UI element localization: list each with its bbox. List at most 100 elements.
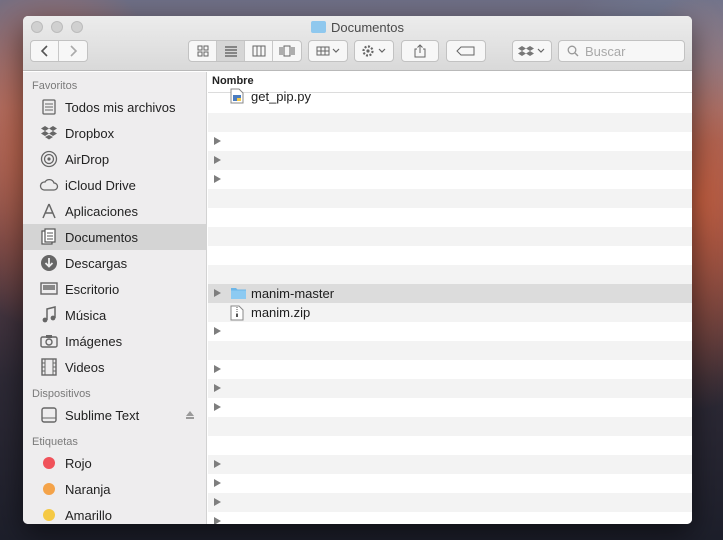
disclosure-triangle-icon[interactable]: [214, 403, 221, 411]
sidebar-item-label: Sublime Text: [65, 407, 140, 423]
forward-button[interactable]: [59, 41, 87, 61]
sidebar-item-label: Todos mis archivos: [65, 99, 176, 115]
table-row[interactable]: [208, 189, 692, 208]
disclosure-triangle-icon[interactable]: [214, 156, 221, 164]
disclosure-triangle-icon[interactable]: [214, 289, 221, 297]
sidebar-item-music[interactable]: Música: [23, 302, 206, 328]
coverflow-view-icon: [279, 45, 295, 57]
table-row[interactable]: manim-master: [208, 284, 692, 303]
table-row[interactable]: [208, 360, 692, 379]
sidebar-item-images[interactable]: Imágenes: [23, 328, 206, 354]
table-row[interactable]: [208, 436, 692, 455]
table-row[interactable]: [208, 455, 692, 474]
share-icon: [414, 44, 426, 58]
sidebar: Favoritos Todos mis archivos Dropbox Air…: [23, 72, 207, 524]
sidebar-item-dropbox[interactable]: Dropbox: [23, 120, 206, 146]
view-mode-control: [188, 40, 302, 62]
table-row[interactable]: [208, 512, 692, 524]
table-row[interactable]: [208, 341, 692, 360]
disclosure-triangle-icon[interactable]: [214, 479, 221, 487]
music-icon: [39, 306, 59, 324]
list-view-button[interactable]: [217, 41, 245, 61]
sidebar-item-label: Videos: [65, 359, 105, 375]
window-title: Documentos: [23, 20, 692, 35]
yellow-tag-icon: [43, 509, 55, 521]
sidebar-item-airdrop[interactable]: AirDrop: [23, 146, 206, 172]
table-row[interactable]: [208, 265, 692, 284]
disclosure-triangle-icon[interactable]: [214, 175, 221, 183]
table-row[interactable]: [208, 132, 692, 151]
devices-header: Dispositivos: [32, 388, 91, 400]
sidebar-item-documents[interactable]: Documentos: [23, 224, 206, 250]
back-button[interactable]: [31, 41, 59, 61]
table-row[interactable]: [208, 493, 692, 512]
file-name: manim.zip: [251, 305, 311, 320]
table-row[interactable]: [208, 246, 692, 265]
sidebar-item-label: Documentos: [65, 229, 138, 245]
sidebar-item-videos[interactable]: Videos: [23, 354, 206, 380]
dropbox-toolbar-button[interactable]: [512, 40, 552, 62]
sidebar-item-tag-yellow[interactable]: Amarillo: [23, 502, 206, 524]
folder-icon: [231, 288, 246, 299]
sidebar-item-label: Rojo: [65, 455, 92, 471]
disk-icon: [39, 406, 59, 424]
arrange-grid-icon: [316, 46, 340, 56]
disclosure-triangle-icon[interactable]: [214, 517, 221, 524]
table-row[interactable]: [208, 417, 692, 436]
disclosure-triangle-icon[interactable]: [214, 327, 221, 335]
disclosure-triangle-icon[interactable]: [214, 137, 221, 145]
action-button[interactable]: [354, 40, 394, 62]
disclosure-triangle-icon[interactable]: [214, 384, 221, 392]
disclosure-triangle-icon[interactable]: [214, 498, 221, 506]
table-row[interactable]: [208, 170, 692, 189]
sidebar-item-label: Escritorio: [65, 281, 120, 297]
sidebar-item-applications[interactable]: Aplicaciones: [23, 198, 206, 224]
table-row[interactable]: [208, 322, 692, 341]
sidebar-item-tag-red[interactable]: Rojo: [23, 450, 206, 476]
search-input[interactable]: [585, 43, 675, 59]
film-icon: [39, 358, 59, 376]
table-row[interactable]: manim.zip: [208, 303, 692, 322]
sidebar-item-tag-orange[interactable]: Naranja: [23, 476, 206, 502]
table-row[interactable]: [208, 474, 692, 493]
icon-view-button[interactable]: [189, 41, 217, 61]
disclosure-triangle-icon[interactable]: [214, 460, 221, 468]
sidebar-item-all-files[interactable]: Todos mis archivos: [23, 94, 206, 120]
toolbar: Documentos: [23, 16, 692, 71]
sidebar-item-label: Naranja: [65, 481, 111, 497]
tag-icon: [456, 46, 475, 56]
sidebar-item-label: iCloud Drive: [65, 177, 136, 193]
search-field[interactable]: [558, 40, 685, 62]
finder-window: Documentos Buscar Favoritos Todos mis ar…: [23, 16, 692, 524]
disclosure-triangle-icon[interactable]: [214, 365, 221, 373]
favorites-header: Favoritos: [32, 80, 78, 92]
table-row[interactable]: [208, 208, 692, 227]
share-button[interactable]: [401, 40, 439, 62]
coverflow-view-button[interactable]: [273, 41, 301, 61]
gear-icon: [362, 45, 386, 57]
table-row[interactable]: get_pip.py: [208, 88, 692, 113]
applications-icon: [39, 202, 59, 220]
sidebar-item-label: Aplicaciones: [65, 203, 138, 219]
zip-file-icon: [230, 305, 244, 321]
file-rows: get_pip.py manim-master manim.zip: [208, 88, 692, 524]
eject-icon[interactable]: [186, 411, 194, 419]
column-view-button[interactable]: [245, 41, 273, 61]
table-row[interactable]: [208, 151, 692, 170]
sidebar-item-desktop[interactable]: Escritorio: [23, 276, 206, 302]
table-row[interactable]: [208, 227, 692, 246]
table-row[interactable]: [208, 398, 692, 417]
tags-button[interactable]: [446, 40, 486, 62]
column-view-icon: [252, 45, 265, 57]
orange-tag-icon: [43, 483, 55, 495]
sidebar-item-sublime-text[interactable]: Sublime Text: [23, 402, 206, 428]
sidebar-item-icloud-drive[interactable]: iCloud Drive: [23, 172, 206, 198]
desktop-icon: [39, 280, 59, 298]
table-row[interactable]: [208, 379, 692, 398]
dropbox-icon: [518, 46, 545, 56]
table-row[interactable]: [208, 113, 692, 132]
sidebar-item-downloads[interactable]: Descargas: [23, 250, 206, 276]
all-files-icon: [39, 98, 59, 116]
arrange-button[interactable]: [308, 40, 348, 62]
file-name: get_pip.py: [251, 89, 311, 104]
